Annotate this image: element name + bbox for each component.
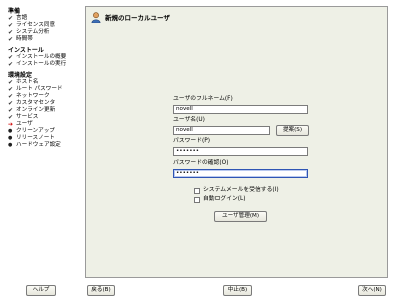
confirm-password-input[interactable]: ••••••• [173, 169, 308, 178]
step-language: ✔ 言語 [8, 15, 80, 22]
new-local-user-panel: 新規のローカルユーザ ユーザのフルネーム(F) novell ユーザ名(U) n… [85, 6, 388, 278]
panel-header: 新規のローカルユーザ [91, 10, 170, 24]
step-label: ハードウェア設定 [16, 142, 61, 148]
check-icon: ✔ [8, 93, 14, 100]
check-icon: ✔ [8, 29, 14, 36]
user-management-button[interactable]: ユーザ管理(M) [214, 211, 267, 222]
back-button[interactable]: 戻る(B) [87, 285, 115, 296]
suggest-button[interactable]: 提案(S) [276, 125, 309, 136]
section-preparation: 準備 ✔ 言語 ✔ ライセンス同意 ✔ システム分析 ✔ 時間帯 [8, 8, 80, 43]
step-install-summary: ✔ インストールの概要 [8, 54, 80, 61]
help-button[interactable]: ヘルプ [26, 285, 56, 296]
receive-system-mail-label: システムメールを受信する(I) [203, 187, 279, 193]
receive-system-mail-option[interactable]: システムメールを受信する(I) [194, 187, 279, 194]
step-timezone: ✔ 時間帯 [8, 36, 80, 43]
check-icon: ✔ [8, 79, 14, 86]
step-label: インストールの実行 [16, 61, 67, 67]
step-label: ユーザ [16, 121, 33, 127]
check-icon: ✔ [8, 15, 14, 22]
bullet-icon: ● [8, 128, 13, 134]
step-release-notes: ● リリースノート [8, 135, 80, 142]
step-label: リリースノート [16, 135, 55, 141]
fullname-input[interactable]: novell [173, 105, 308, 114]
bullet-icon: ● [8, 142, 13, 148]
step-users: ➔ ユーザ [8, 121, 80, 128]
username-input[interactable]: novell [173, 126, 270, 135]
arrow-right-icon: ➔ [8, 121, 14, 128]
step-customer-center: ✔ カスタマセンタ [8, 100, 80, 107]
check-icon: ✔ [8, 22, 14, 29]
auto-login-checkbox[interactable] [194, 196, 200, 203]
bullet-icon: ● [8, 135, 13, 141]
step-online-update: ✔ オンライン更新 [8, 107, 80, 114]
step-label: 時間帯 [16, 36, 33, 42]
step-label: 言語 [16, 15, 28, 21]
section-title: 環境設定 [8, 72, 33, 79]
step-label: システム分析 [16, 29, 50, 35]
confirm-password-label: パスワードの確認(O) [173, 160, 229, 166]
step-hardware-config: ● ハードウェア設定 [8, 142, 80, 149]
step-label: ルート パスワード [16, 86, 63, 92]
step-license: ✔ ライセンス同意 [8, 22, 80, 29]
step-label: ホスト名 [16, 79, 39, 85]
step-label: ライセンス同意 [16, 22, 56, 28]
section-title: インストール [8, 47, 44, 54]
password-input[interactable]: ••••••• [173, 147, 308, 156]
panel-title: 新規のローカルユーザ [105, 14, 170, 22]
installation-steps-sidebar: 準備 ✔ 言語 ✔ ライセンス同意 ✔ システム分析 ✔ 時間帯 インストール ✔ インス… [8, 6, 80, 153]
step-hostname: ✔ ホスト名 [8, 79, 80, 86]
step-cleanup: ● クリーンアップ [8, 128, 80, 135]
step-label: インストールの概要 [16, 54, 67, 60]
check-icon: ✔ [8, 114, 14, 121]
next-button[interactable]: 次へ(N) [358, 285, 386, 296]
step-label: カスタマセンタ [16, 100, 56, 106]
receive-system-mail-checkbox[interactable] [194, 187, 200, 194]
auto-login-label: 自動ログイン(L) [203, 196, 246, 202]
step-network: ✔ ネットワーク [8, 93, 80, 100]
step-install-run: ✔ インストールの実行 [8, 61, 80, 68]
check-icon: ✔ [8, 86, 14, 93]
check-icon: ✔ [8, 61, 14, 68]
section-installation: インストール ✔ インストールの概要 ✔ インストールの実行 [8, 47, 80, 68]
step-label: ネットワーク [16, 93, 50, 99]
step-system-analysis: ✔ システム分析 [8, 29, 80, 36]
check-icon: ✔ [8, 36, 14, 43]
step-label: クリーンアップ [16, 128, 55, 134]
fullname-label: ユーザのフルネーム(F) [173, 96, 233, 102]
section-title: 準備 [8, 8, 21, 15]
auto-login-option[interactable]: 自動ログイン(L) [194, 196, 246, 203]
abort-button[interactable]: 中止(B) [223, 285, 252, 296]
step-services: ✔ サービス [8, 114, 80, 121]
section-configuration: 環境設定 ✔ ホスト名 ✔ ルート パスワード ✔ ネットワーク ✔ カスタマセンタ ✔… [8, 72, 80, 149]
step-root-password: ✔ ルート パスワード [8, 86, 80, 93]
check-icon: ✔ [8, 100, 14, 107]
check-icon: ✔ [8, 54, 14, 61]
user-icon [91, 11, 101, 23]
step-label: オンライン更新 [16, 107, 56, 113]
password-label: パスワード(P) [173, 138, 211, 144]
username-label: ユーザ名(U) [173, 117, 205, 123]
check-icon: ✔ [8, 107, 14, 114]
step-label: サービス [16, 114, 39, 120]
